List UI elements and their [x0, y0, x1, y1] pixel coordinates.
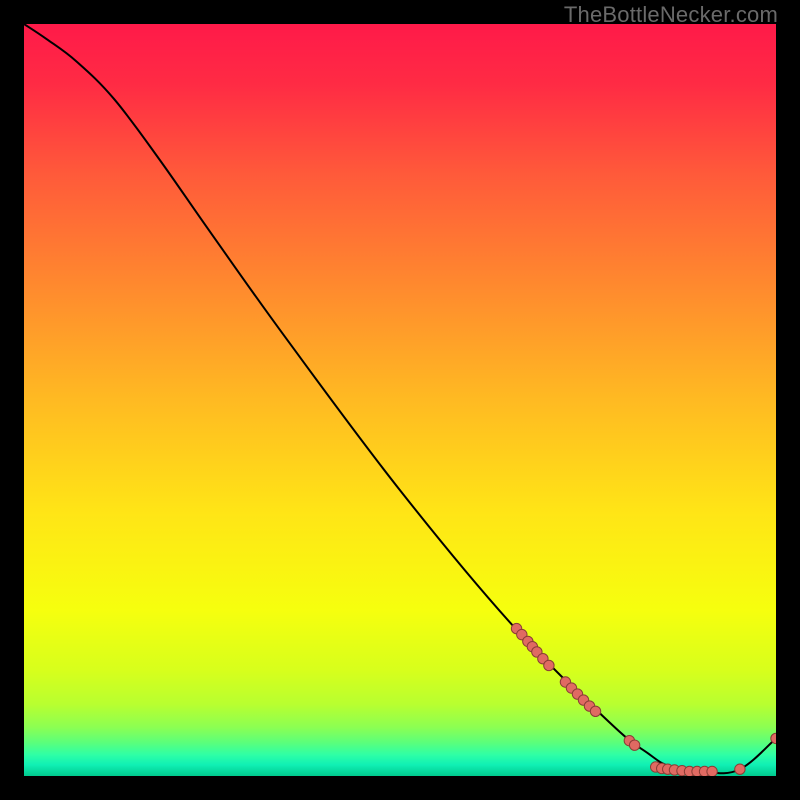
data-marker — [629, 740, 639, 750]
data-marker — [735, 764, 745, 774]
plot-area — [24, 24, 776, 776]
bottleneck-curve-chart — [24, 24, 776, 776]
gradient-background — [24, 24, 776, 776]
chart-container: TheBottleNecker.com — [0, 0, 800, 800]
data-marker — [707, 766, 717, 776]
data-marker — [590, 706, 600, 716]
data-marker — [544, 660, 554, 670]
